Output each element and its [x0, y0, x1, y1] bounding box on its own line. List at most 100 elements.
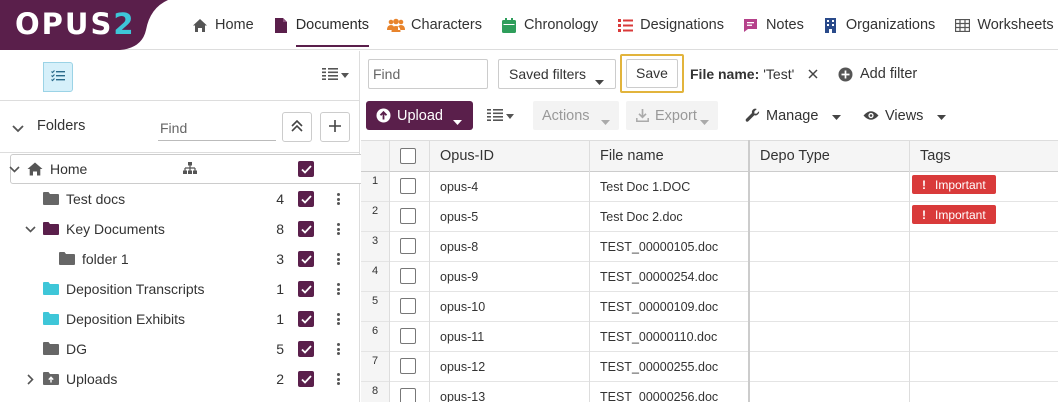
- panel-options-menu[interactable]: [322, 67, 349, 83]
- saved-filters-dropdown[interactable]: Saved filters: [498, 59, 616, 89]
- column-divider: [589, 140, 590, 402]
- folder-checkbox[interactable]: [298, 281, 314, 297]
- folder-more-icon[interactable]: [333, 342, 343, 356]
- row-checkbox[interactable]: [400, 328, 416, 344]
- chevron-down-icon[interactable]: [8, 162, 20, 176]
- row-checkbox[interactable]: [400, 208, 416, 224]
- actions-dropdown[interactable]: Actions: [533, 101, 619, 130]
- folder-tree-item[interactable]: DG 5: [0, 334, 359, 364]
- table-row[interactable]: 7 opus-12 TEST_00000255.doc: [361, 352, 1058, 382]
- nav-chronology[interactable]: Chronology: [491, 0, 607, 50]
- column-header-depo-type[interactable]: Depo Type: [760, 141, 830, 172]
- table-columns-menu[interactable]: [487, 108, 514, 124]
- row-number: 7: [361, 352, 389, 381]
- table-row[interactable]: 4 opus-9 TEST_00000254.doc: [361, 262, 1058, 292]
- add-filter-button[interactable]: Add filter: [838, 59, 917, 89]
- row-checkbox[interactable]: [400, 358, 416, 374]
- folder-tree-item[interactable]: Key Documents 8: [0, 214, 359, 244]
- add-folder-button[interactable]: [320, 112, 350, 142]
- table-row[interactable]: 6 opus-11 TEST_00000110.doc: [361, 322, 1058, 352]
- collapse-all-button[interactable]: [282, 112, 312, 142]
- folder-checkbox[interactable]: [298, 371, 314, 387]
- folder-checkbox[interactable]: [298, 191, 314, 207]
- row-checkbox[interactable]: [400, 298, 416, 314]
- row-checkbox[interactable]: [400, 388, 416, 402]
- collapse-folders-chevron-icon[interactable]: [12, 120, 24, 136]
- cell-file-name[interactable]: Test Doc 1.DOC: [600, 180, 690, 194]
- folder-tree-item[interactable]: Home: [0, 154, 359, 184]
- cell-file-name[interactable]: TEST_00000254.doc: [600, 270, 718, 284]
- nav-documents[interactable]: Documents: [263, 0, 378, 50]
- cell-file-name[interactable]: Test Doc 2.doc: [600, 210, 683, 224]
- folder-checkbox[interactable]: [298, 161, 314, 177]
- export-dropdown[interactable]: Export: [626, 101, 718, 130]
- select-all-checkbox[interactable]: [400, 148, 416, 164]
- folder-tree-item[interactable]: folder 1 3: [0, 244, 359, 274]
- cell-file-name[interactable]: TEST_00000256.doc: [600, 390, 718, 402]
- column-divider: [748, 140, 750, 402]
- column-header-file-name[interactable]: File name: [600, 141, 664, 172]
- check-icon: [300, 314, 312, 324]
- calendar-icon: [500, 16, 518, 34]
- cell-file-name[interactable]: TEST_00000255.doc: [600, 360, 718, 374]
- folder-checkbox[interactable]: [298, 341, 314, 357]
- column-header-tags[interactable]: Tags: [920, 141, 951, 172]
- check-icon: [300, 284, 312, 294]
- folder-tree-item[interactable]: Deposition Transcripts 1: [0, 274, 359, 304]
- table-row[interactable]: 2 opus-5 Test Doc 2.doc! Important: [361, 202, 1058, 232]
- folders-search-input[interactable]: [158, 115, 276, 141]
- folder-tree-item[interactable]: Test docs 4: [0, 184, 359, 214]
- folder-checkbox[interactable]: [298, 221, 314, 237]
- row-number: 8: [361, 382, 389, 402]
- eye-icon: [863, 110, 879, 121]
- plus-icon: [329, 119, 341, 135]
- nav-notes[interactable]: Notes: [733, 0, 813, 50]
- opus2-logo[interactable]: OPUS2: [0, 0, 180, 50]
- upload-button[interactable]: Upload: [366, 101, 473, 130]
- cell-file-name[interactable]: TEST_00000110.doc: [600, 330, 717, 344]
- folder-more-icon[interactable]: [333, 252, 343, 266]
- upload-label: Upload: [397, 107, 443, 124]
- nav-worksheets[interactable]: Worksheets: [944, 0, 1058, 50]
- table-row[interactable]: 3 opus-8 TEST_00000105.doc: [361, 232, 1058, 262]
- folder-more-icon[interactable]: [333, 372, 343, 386]
- save-filter-button[interactable]: Save: [620, 54, 684, 93]
- folder-more-icon[interactable]: [333, 192, 343, 206]
- folder-tree-item[interactable]: Deposition Exhibits 1: [0, 304, 359, 334]
- row-checkbox[interactable]: [400, 178, 416, 194]
- cell-file-name[interactable]: TEST_00000105.doc: [600, 240, 718, 254]
- folder-more-icon[interactable]: [333, 312, 343, 326]
- checklist-icon: [51, 69, 65, 85]
- nav-characters[interactable]: Characters: [378, 0, 491, 50]
- folder-name: Deposition Transcripts: [66, 281, 205, 297]
- nav-designations[interactable]: Designations: [607, 0, 733, 50]
- folder-checkbox[interactable]: [298, 311, 314, 327]
- manage-dropdown[interactable]: Manage: [745, 101, 842, 130]
- column-header-opus-id[interactable]: Opus-ID: [440, 141, 494, 172]
- nav-organizations[interactable]: Organizations: [813, 0, 944, 50]
- folder-more-icon[interactable]: [333, 222, 343, 236]
- folder-tree-item[interactable]: Uploads 2: [0, 364, 359, 394]
- folder-more-icon[interactable]: [333, 282, 343, 296]
- row-number: 5: [361, 292, 389, 321]
- table-row[interactable]: 5 opus-10 TEST_00000109.doc: [361, 292, 1058, 322]
- views-dropdown[interactable]: Views: [863, 101, 947, 130]
- row-checkbox[interactable]: [400, 238, 416, 254]
- list-view-button[interactable]: [43, 62, 73, 92]
- document-icon: [272, 16, 290, 34]
- document-search-input[interactable]: [368, 59, 488, 89]
- row-number: 2: [361, 202, 389, 231]
- cell-file-name[interactable]: TEST_00000109.doc: [600, 300, 718, 314]
- tag-badge[interactable]: ! Important: [912, 175, 996, 194]
- chevron-down-icon[interactable]: [24, 222, 36, 236]
- folder-checkbox[interactable]: [298, 251, 314, 267]
- table-row[interactable]: 1 opus-4 Test Doc 1.DOC! Important: [361, 172, 1058, 202]
- cell-opus-id: opus-11: [440, 330, 485, 344]
- chevron-right-icon[interactable]: [24, 372, 36, 386]
- remove-filter-close-icon[interactable]: [808, 69, 818, 79]
- tag-badge[interactable]: ! Important: [912, 205, 996, 224]
- row-checkbox[interactable]: [400, 268, 416, 284]
- table-row[interactable]: 8 opus-13 TEST_00000256.doc: [361, 382, 1058, 402]
- nav-home[interactable]: Home: [182, 0, 263, 50]
- folder-name: DG: [66, 341, 87, 357]
